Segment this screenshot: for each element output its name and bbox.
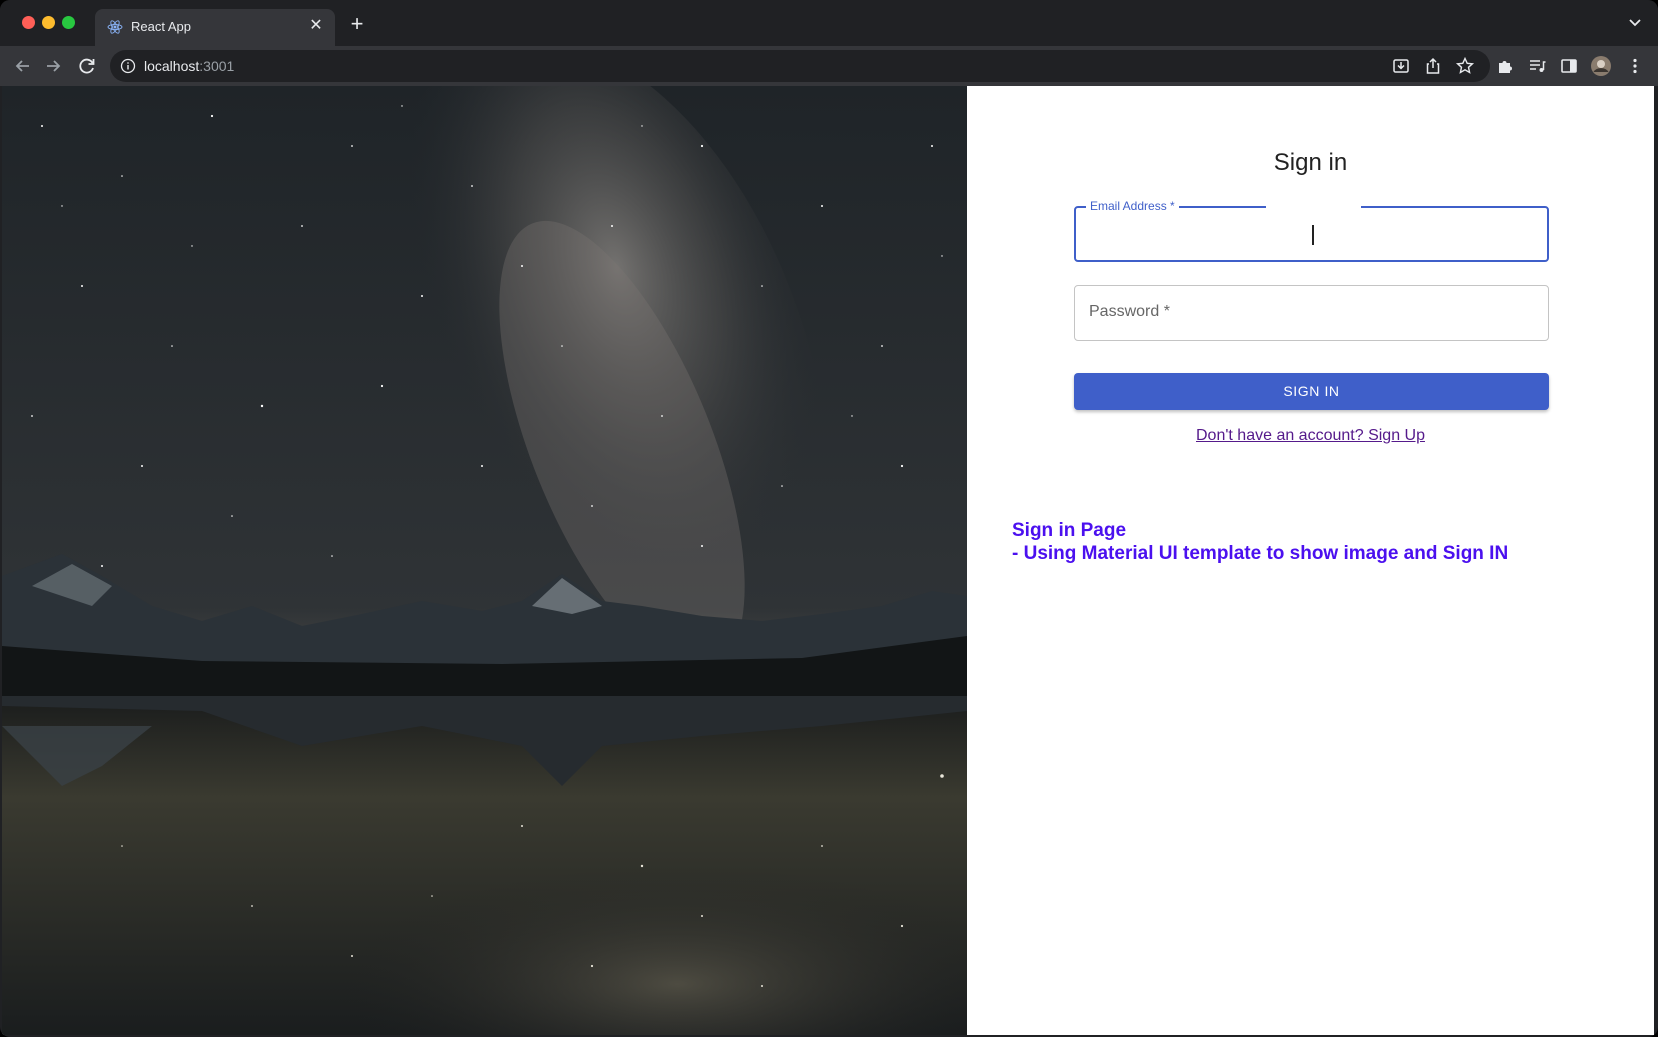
page-content: Sign in Email Address * Password * SIGN … xyxy=(2,86,1654,1035)
star-icon[interactable] xyxy=(1454,55,1476,77)
text-caret xyxy=(1312,225,1314,245)
install-icon[interactable] xyxy=(1390,55,1412,77)
note-title: Sign in Page xyxy=(1012,520,1127,541)
email-field[interactable]: Email Address * xyxy=(1074,199,1549,262)
password-field[interactable]: Password * xyxy=(1074,285,1549,341)
close-icon[interactable]: ✕ xyxy=(307,17,325,35)
info-icon[interactable] xyxy=(120,58,136,74)
url-text: localhost:3001 xyxy=(144,58,235,74)
media-icon[interactable] xyxy=(1526,55,1548,77)
milky-way-lake-image xyxy=(2,86,967,1035)
chevron-down-icon[interactable] xyxy=(1626,14,1644,32)
sign-in-button[interactable]: SIGN IN xyxy=(1074,373,1549,410)
forward-icon[interactable] xyxy=(42,55,64,77)
menu-icon[interactable] xyxy=(1624,55,1646,77)
night-sky-image xyxy=(2,86,967,1035)
minimize-window-button[interactable] xyxy=(42,16,55,29)
plus-icon[interactable]: + xyxy=(346,13,368,35)
close-window-button[interactable] xyxy=(22,16,35,29)
browser-window: React App ✕ + localhost:3001 Sign in Ema… xyxy=(0,0,1658,1037)
reload-icon[interactable] xyxy=(76,55,98,77)
sign-in-panel: Sign in Email Address * Password * SIGN … xyxy=(967,86,1654,1035)
tab-strip: React App ✕ + xyxy=(0,0,1658,46)
tab-react-app[interactable]: React App ✕ xyxy=(95,9,335,46)
address-bar[interactable]: localhost:3001 xyxy=(110,50,1490,82)
share-icon[interactable] xyxy=(1422,55,1444,77)
sign-up-link[interactable]: Don't have an account? Sign Up xyxy=(967,427,1654,445)
toolbar: localhost:3001 xyxy=(0,46,1658,86)
extensions-icon[interactable] xyxy=(1494,55,1516,77)
tab-title: React App xyxy=(131,19,191,34)
page-title: Sign in xyxy=(1273,149,1348,176)
react-icon xyxy=(107,20,123,34)
note-description: - Using Material UI template to show ima… xyxy=(1012,543,1509,564)
maximize-window-button[interactable] xyxy=(62,16,75,29)
back-icon[interactable] xyxy=(12,55,34,77)
sidepanel-icon[interactable] xyxy=(1558,55,1580,77)
avatar[interactable] xyxy=(1590,55,1612,77)
password-input[interactable] xyxy=(1075,286,1548,340)
annotation-note: Sign in Page - Using Material UI templat… xyxy=(1012,519,1508,565)
